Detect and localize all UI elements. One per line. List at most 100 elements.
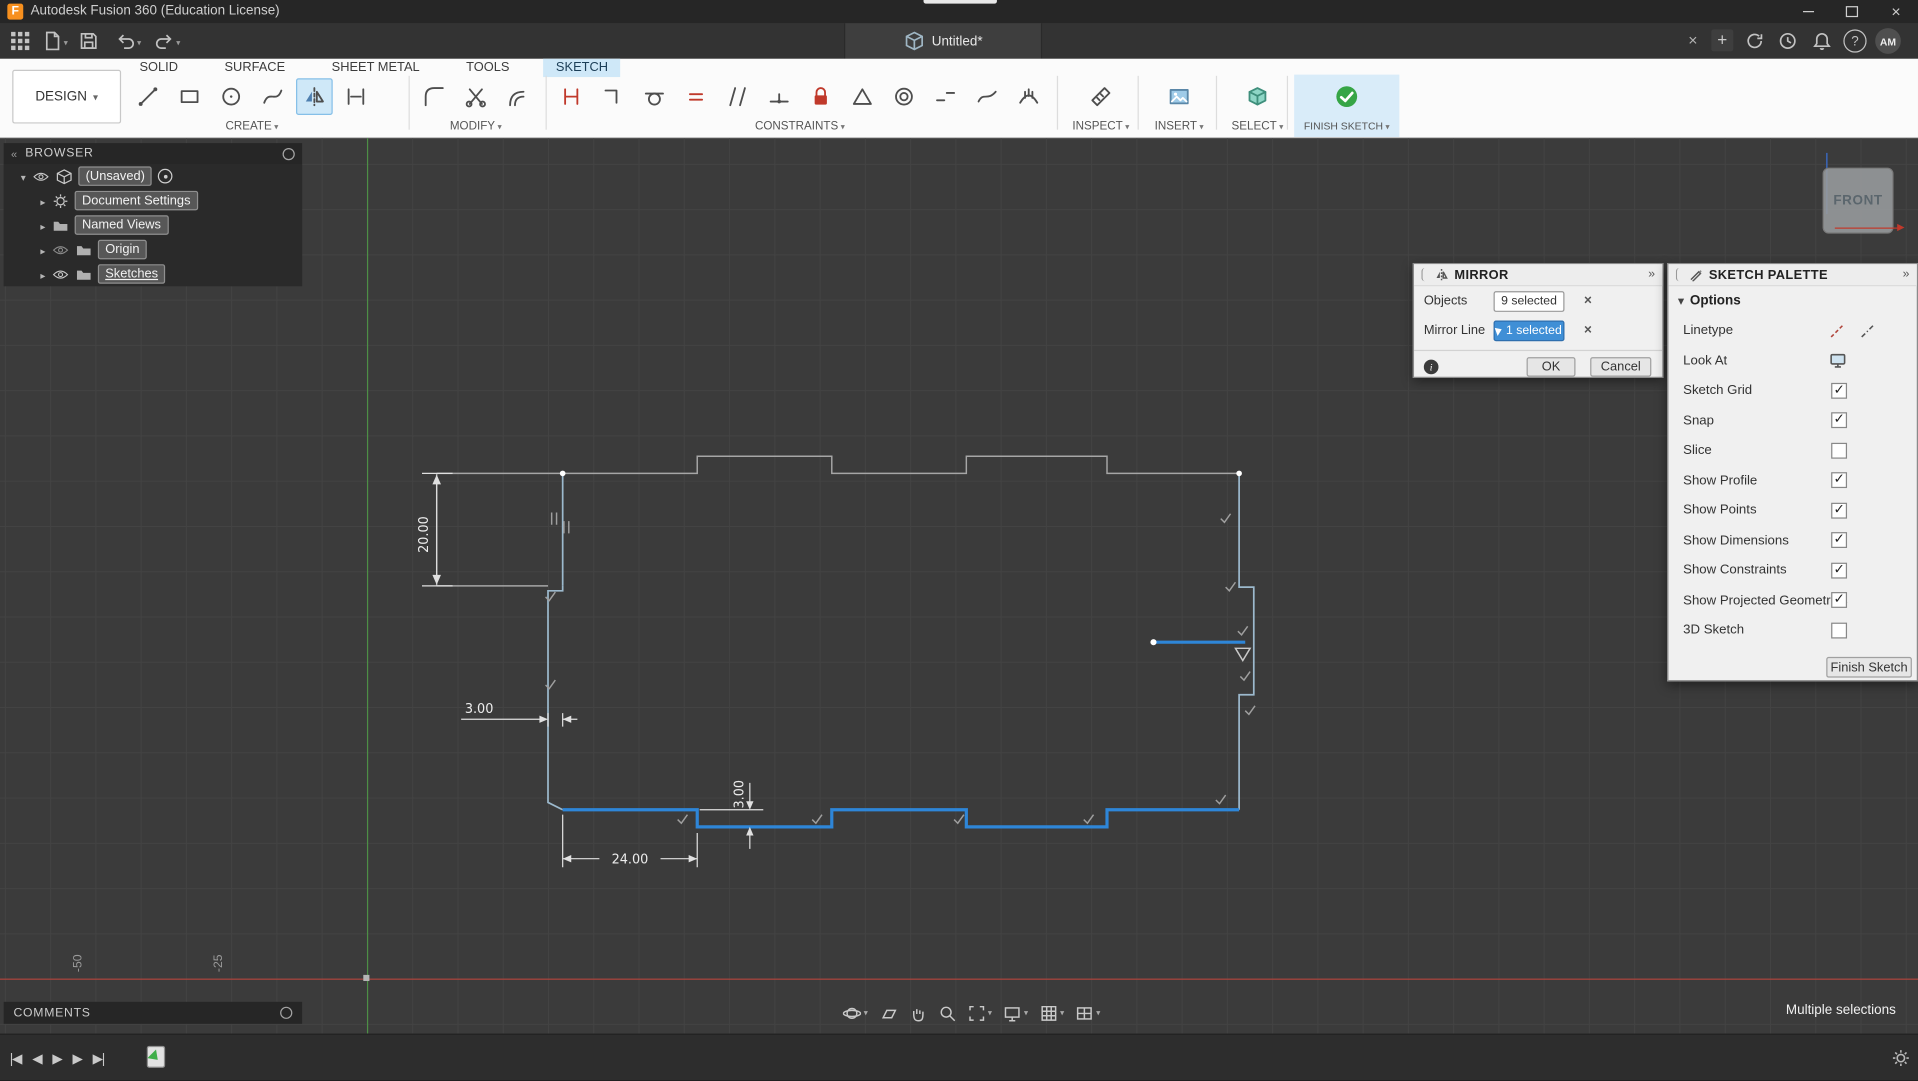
- undo-icon[interactable]: [115, 31, 136, 52]
- construction-linetype-icon[interactable]: [1827, 321, 1847, 341]
- finish-sketch-button[interactable]: Finish Sketch: [1826, 657, 1912, 678]
- insert-image-icon[interactable]: [1161, 78, 1198, 115]
- show-points-checkbox[interactable]: [1831, 502, 1847, 518]
- tangent-constraint-icon[interactable]: [636, 78, 673, 115]
- browser-item-label[interactable]: Document Settings: [75, 191, 198, 211]
- objects-selection-field[interactable]: 9 selected: [1494, 291, 1565, 312]
- dim-left-offset[interactable]: 3.00: [465, 702, 494, 717]
- app-grid-icon[interactable]: [10, 31, 31, 52]
- file-menu-icon[interactable]: [42, 31, 63, 52]
- sketch-palette-panel[interactable]: SKETCH PALETTE » Options Linetype Look A…: [1667, 263, 1918, 681]
- inspect-group-label[interactable]: INSPECT: [1067, 120, 1135, 133]
- browser-item-origin[interactable]: Origin: [4, 237, 302, 261]
- sketch-canvas[interactable]: -50 -25: [0, 138, 1918, 1033]
- tab-solid[interactable]: SOLID: [127, 59, 190, 77]
- redo-caret-icon[interactable]: ▾: [176, 38, 180, 48]
- measure-tool-icon[interactable]: [1083, 78, 1120, 115]
- select-tool-icon[interactable]: [1239, 78, 1276, 115]
- select-group-label[interactable]: SELECT: [1223, 120, 1291, 133]
- dim-notch-depth[interactable]: 3.00: [733, 780, 748, 809]
- step-forward-button[interactable]: ▶: [72, 1050, 81, 1066]
- dialog-expand-icon[interactable]: »: [1903, 268, 1910, 281]
- browser-item-sketches[interactable]: Sketches: [4, 262, 302, 286]
- modify-group-label[interactable]: MODIFY: [416, 120, 536, 133]
- info-icon[interactable]: i: [1424, 360, 1439, 375]
- concentric-constraint-icon[interactable]: [886, 78, 923, 115]
- dialog-grip-icon[interactable]: [1421, 268, 1427, 281]
- notifications-bell-icon[interactable]: [1812, 31, 1833, 52]
- minimize-button[interactable]: [1786, 0, 1830, 23]
- file-menu-caret-icon[interactable]: ▾: [64, 38, 68, 48]
- browser-item-named-views[interactable]: Named Views: [4, 213, 302, 237]
- look-at-button[interactable]: [875, 1001, 901, 1024]
- step-back-button[interactable]: ◀: [32, 1050, 41, 1066]
- tab-sketch[interactable]: SKETCH: [544, 59, 621, 77]
- skip-to-start-button[interactable]: |◀: [10, 1050, 21, 1066]
- centerline-linetype-icon[interactable]: [1858, 321, 1878, 341]
- equal-constraint-icon[interactable]: [678, 78, 715, 115]
- save-icon[interactable]: [78, 31, 99, 52]
- document-tab[interactable]: Untitled*: [844, 23, 1042, 58]
- curvature-constraint-icon[interactable]: [1010, 78, 1047, 115]
- redo-icon[interactable]: [154, 31, 175, 52]
- dim-bottom-width[interactable]: 24.00: [612, 853, 649, 868]
- finish-sketch-icon[interactable]: [1328, 78, 1365, 115]
- undo-caret-icon[interactable]: ▾: [137, 38, 141, 48]
- visibility-eye-off-icon[interactable]: [51, 241, 68, 258]
- expand-caret-icon[interactable]: [40, 263, 45, 285]
- show-dimensions-checkbox[interactable]: [1831, 532, 1847, 548]
- zoom-button[interactable]: [934, 1001, 960, 1024]
- offset-tool-icon[interactable]: [499, 78, 536, 115]
- collapse-panel-icon[interactable]: «: [11, 147, 18, 159]
- browser-item-document-settings[interactable]: Document Settings: [4, 188, 302, 212]
- sketch-selected-lines[interactable]: [563, 642, 1246, 827]
- browser-item-label[interactable]: Origin: [98, 240, 147, 260]
- dimension-tool-icon[interactable]: [338, 78, 375, 115]
- show-projected-geometries-checkbox[interactable]: [1831, 592, 1847, 608]
- spline-tool-icon[interactable]: [254, 78, 291, 115]
- parallel-constraint-icon[interactable]: [719, 78, 756, 115]
- mirror-dialog[interactable]: MIRROR » Objects 9 selected × Mirror Lin…: [1413, 263, 1664, 378]
- browser-item-label[interactable]: Sketches: [98, 264, 166, 284]
- expand-caret-icon[interactable]: [40, 214, 45, 236]
- expand-caret-icon[interactable]: [40, 190, 45, 212]
- history-icon[interactable]: [1777, 31, 1798, 52]
- workspace-selector[interactable]: DESIGN: [12, 70, 121, 124]
- pan-button[interactable]: [905, 1001, 931, 1024]
- look-at-icon[interactable]: [1827, 351, 1847, 371]
- sketch-grid-checkbox[interactable]: [1831, 383, 1847, 399]
- grid-settings-button[interactable]: [1036, 1001, 1068, 1024]
- cancel-button[interactable]: Cancel: [1590, 357, 1651, 377]
- midpoint-constraint-icon[interactable]: [761, 78, 798, 115]
- job-status-icon[interactable]: [1744, 31, 1765, 52]
- browser-item-root[interactable]: (Unsaved): [4, 164, 302, 188]
- close-button[interactable]: ×: [1874, 0, 1918, 23]
- mirror-tool-icon[interactable]: [296, 78, 333, 115]
- capture-position-icon[interactable]: [158, 169, 173, 184]
- expand-caret-icon[interactable]: [40, 239, 45, 261]
- tab-sheet-metal[interactable]: SHEET METAL: [319, 59, 431, 77]
- play-button[interactable]: ▶: [52, 1050, 61, 1066]
- timeline-settings-gear-icon[interactable]: [1891, 1048, 1911, 1074]
- panel-options-icon[interactable]: [283, 147, 295, 159]
- slice-checkbox[interactable]: [1831, 442, 1847, 458]
- insert-group-label[interactable]: INSERT: [1145, 120, 1213, 133]
- tab-surface[interactable]: SURFACE: [212, 59, 297, 77]
- smooth-constraint-icon[interactable]: [969, 78, 1006, 115]
- snap-checkbox[interactable]: [1831, 413, 1847, 429]
- display-settings-button[interactable]: [999, 1001, 1031, 1024]
- dialog-expand-icon[interactable]: »: [1648, 268, 1655, 281]
- skip-to-end-button[interactable]: ▶|: [93, 1050, 104, 1066]
- mirror-line-selection-field[interactable]: 1 selected: [1494, 320, 1565, 341]
- orbit-button[interactable]: [839, 1001, 871, 1024]
- origin-point[interactable]: [363, 975, 369, 981]
- fix-constraint-icon[interactable]: [802, 78, 839, 115]
- line-tool-icon[interactable]: [130, 78, 167, 115]
- dim-flap-height[interactable]: 20.00: [417, 516, 432, 553]
- avatar[interactable]: AM: [1875, 28, 1901, 54]
- sketch-palette-header[interactable]: SKETCH PALETTE »: [1668, 264, 1916, 286]
- visibility-eye-icon[interactable]: [51, 265, 68, 282]
- help-icon[interactable]: ?: [1843, 29, 1866, 52]
- timeline-sketch-feature[interactable]: [147, 1046, 165, 1068]
- sketch-lines-unselected[interactable]: [548, 473, 1254, 809]
